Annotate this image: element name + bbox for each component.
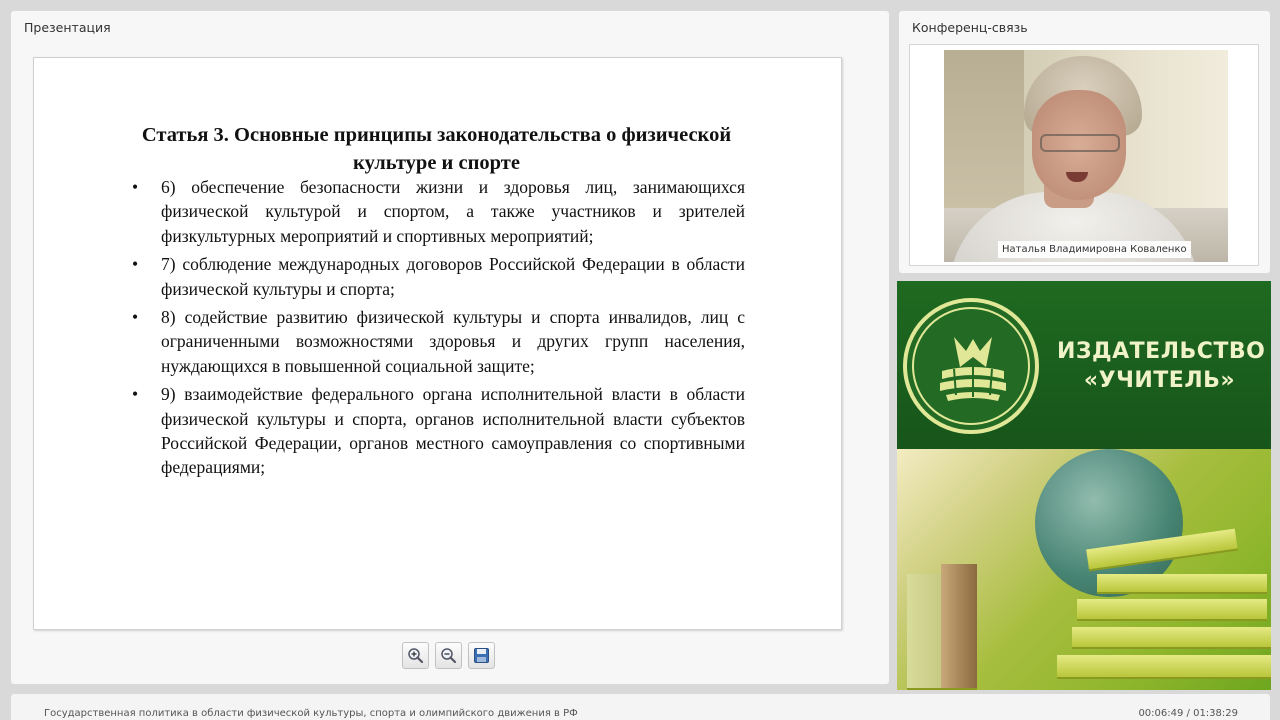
publisher-logo-icon — [903, 298, 1039, 434]
slide-toolbar — [402, 642, 495, 669]
slide-bullet-item: • 7) соблюдение международных договоров … — [132, 252, 745, 301]
bullet-marker: • — [132, 384, 139, 405]
conference-panel: Конференц-связь Наталья Владимировна Ков… — [899, 11, 1270, 273]
books-image — [897, 449, 1271, 690]
presentation-slide: Статья 3. Основные принципы законодатель… — [33, 57, 842, 630]
video-frame: Наталья Владимировна Коваленко — [909, 44, 1259, 266]
slide-bullet-item: • 6) обеспечение безопасности жизни и зд… — [132, 175, 745, 248]
slide-bullet-text: 7) соблюдение международных договоров Ро… — [161, 254, 745, 299]
slide-bullet-text: 9) взаимодействие федерального органа ис… — [161, 384, 745, 478]
playback-time: 00:06:49 / 01:38:29 — [1138, 708, 1238, 719]
slide-bullet-item: • 9) взаимодействие федерального органа … — [132, 382, 745, 480]
slide-bullet-text: 8) содействие развитию физической культу… — [161, 307, 745, 376]
publisher-banner: ИЗДАТЕЛЬСТВО «УЧИТЕЛЬ» — [897, 281, 1271, 690]
bullet-marker: • — [132, 254, 139, 275]
slide-bullet-text: 6) обеспечение безопасности жизни и здор… — [161, 177, 745, 246]
speaker-glasses — [1040, 134, 1120, 152]
conference-panel-title: Конференц-связь — [912, 20, 1028, 35]
footer-bar: Государственная политика в области физич… — [11, 694, 1270, 720]
book-icon — [1077, 599, 1267, 621]
slide-bullet-list: • 6) обеспечение безопасности жизни и зд… — [132, 175, 745, 480]
zoom-in-icon — [408, 648, 424, 664]
save-icon — [474, 648, 489, 663]
presentation-panel-title: Презентация — [24, 20, 111, 35]
book-icon — [1057, 655, 1271, 679]
publisher-name-line1: ИЗДАТЕЛЬСТВО — [1057, 339, 1266, 364]
publisher-name: ИЗДАТЕЛЬСТВО «УЧИТЕЛЬ» — [1057, 337, 1266, 395]
book-icon — [941, 564, 977, 690]
save-button[interactable] — [468, 642, 495, 669]
publisher-name-line2: «УЧИТЕЛЬ» — [1083, 368, 1236, 393]
bullet-marker: • — [132, 307, 139, 328]
zoom-in-button[interactable] — [402, 642, 429, 669]
book-icon — [1097, 574, 1267, 594]
bullet-marker: • — [132, 177, 139, 197]
speaker-name-badge: Наталья Владимировна Коваленко — [998, 241, 1191, 258]
zoom-out-button[interactable] — [435, 642, 462, 669]
slide-title: Статья 3. Основные принципы законодатель… — [141, 124, 732, 174]
publisher-banner-header: ИЗДАТЕЛЬСТВО «УЧИТЕЛЬ» — [897, 281, 1271, 449]
slide-bullet-item: • 8) содействие развитию физической куль… — [132, 305, 745, 378]
presentation-panel: Презентация Статья 3. Основные принципы … — [11, 11, 889, 684]
course-title: Государственная политика в области физич… — [44, 708, 578, 719]
zoom-out-icon — [441, 648, 457, 664]
book-icon — [1072, 627, 1271, 649]
speaker-video[interactable]: Наталья Владимировна Коваленко — [944, 50, 1228, 262]
